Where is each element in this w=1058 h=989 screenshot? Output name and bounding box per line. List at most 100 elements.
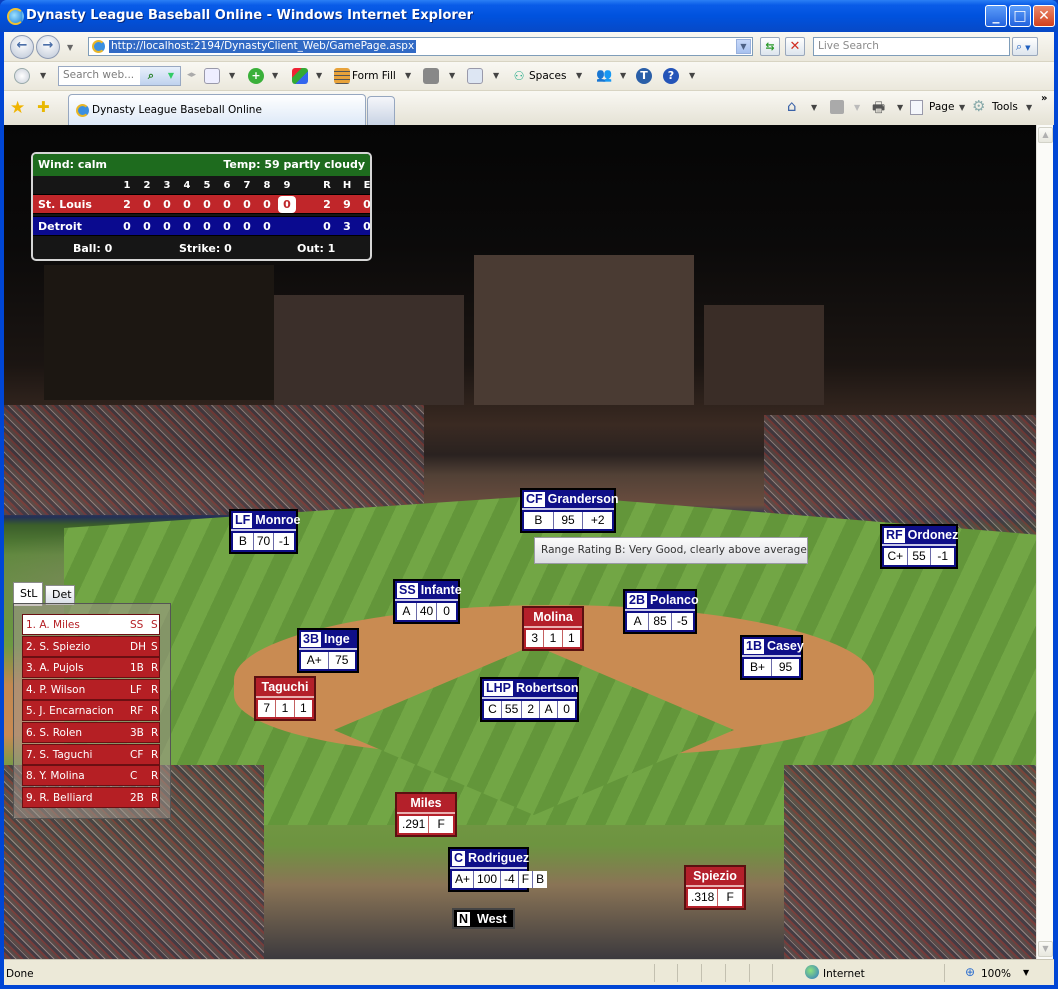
- page-icon-menu[interactable]: [910, 100, 923, 115]
- rating-cell[interactable]: 75: [327, 652, 355, 669]
- screen-icon[interactable]: [204, 68, 220, 84]
- stat-cell[interactable]: 1: [561, 630, 580, 647]
- messenger-icon[interactable]: 👥: [596, 68, 612, 84]
- fielder-card-c[interactable]: C Rodriguez A+ 100 -4 F B: [448, 847, 548, 892]
- stat-cell[interactable]: .291: [399, 816, 429, 833]
- mail-dropdown-icon[interactable]: ▼: [493, 71, 499, 80]
- butterfly-dropdown-icon[interactable]: ▼: [316, 71, 322, 80]
- screen-dropdown-icon[interactable]: ▼: [229, 71, 235, 80]
- fielder-card-p[interactable]: LHP Robertson C 55 2 A 0: [480, 677, 579, 722]
- back-button[interactable]: ←: [10, 35, 34, 59]
- rating-cell[interactable]: 0: [436, 603, 457, 620]
- feeds-dropdown-icon[interactable]: ▼: [854, 103, 860, 112]
- gear-icon[interactable]: ⚙: [972, 97, 985, 115]
- live-search-input[interactable]: Live Search: [813, 37, 1010, 56]
- tab-det[interactable]: Det: [45, 585, 75, 605]
- stat-cell[interactable]: 1: [543, 630, 562, 647]
- rating-cell[interactable]: 70: [252, 533, 274, 550]
- lineup-row[interactable]: 6. S. Rolen 3B R: [22, 722, 160, 743]
- fielder-card-lf[interactable]: LF Monroe B 70 -1: [229, 509, 300, 554]
- fielder-card-1b[interactable]: 1B Casey B+ 95: [740, 635, 804, 680]
- spaces-icon[interactable]: ⚇: [511, 68, 527, 84]
- spaces-button[interactable]: Spaces: [529, 70, 566, 82]
- lineup-row[interactable]: 9. R. Belliard 2B R: [22, 786, 160, 808]
- rating-cell[interactable]: A+: [452, 871, 474, 888]
- rating-cell[interactable]: 0: [557, 701, 575, 718]
- lineup-row[interactable]: 4. P. Wilson LF R: [22, 678, 160, 700]
- rating-cell[interactable]: B: [233, 533, 253, 550]
- web-search-input[interactable]: Search web... ⌕ ▼: [58, 66, 181, 86]
- forward-button[interactable]: →: [36, 35, 60, 59]
- fielder-card-rf[interactable]: RF Ordonez C+ 55 -1: [880, 524, 958, 569]
- rating-cell[interactable]: 2: [521, 701, 540, 718]
- mail-icon[interactable]: [467, 68, 483, 84]
- batter-card-molina[interactable]: Molina 3 1 1: [522, 606, 584, 651]
- rating-cell[interactable]: -4: [500, 871, 518, 888]
- butterfly-icon[interactable]: [292, 68, 308, 84]
- rating-cell[interactable]: C+: [884, 548, 907, 565]
- maximize-button[interactable]: □: [1009, 5, 1031, 27]
- fielder-card-cf[interactable]: CF Granderson B 95 +2: [520, 488, 619, 533]
- rating-cell[interactable]: 85: [648, 613, 671, 630]
- rating-cell[interactable]: 40: [415, 603, 437, 620]
- fielder-card-ss[interactable]: SS Infante A 40 0: [393, 579, 462, 624]
- form-fill-button[interactable]: Form Fill: [352, 70, 396, 82]
- form-fill-icon[interactable]: [334, 68, 350, 84]
- rating-cell[interactable]: A+: [301, 652, 328, 669]
- rss-dropdown-icon[interactable]: ▼: [449, 71, 455, 80]
- stat-cell[interactable]: F: [428, 816, 453, 833]
- search-dropdown-icon[interactable]: ▼: [162, 67, 180, 85]
- page-menu[interactable]: Page: [929, 101, 954, 113]
- address-url[interactable]: http://localhost:2194/DynastyClient_Web/…: [109, 40, 417, 53]
- fielder-card-3b[interactable]: 3B Inge A+ 75: [297, 628, 359, 673]
- zoom-level[interactable]: 100%: [981, 968, 1011, 980]
- stop-button[interactable]: ✕: [785, 37, 805, 56]
- batter-card-miles[interactable]: Miles .291 F: [395, 792, 457, 837]
- rating-cell[interactable]: B+: [744, 659, 771, 676]
- translate-icon[interactable]: T: [636, 68, 652, 84]
- umpire-card[interactable]: N West: [452, 908, 515, 929]
- rating-cell[interactable]: 55: [906, 548, 931, 565]
- chevron-more-icon[interactable]: »: [1041, 93, 1047, 104]
- spaces-dropdown-icon[interactable]: ▼: [576, 71, 582, 80]
- batter-card-spiezio[interactable]: Spiezio .318 F: [684, 865, 746, 910]
- add-favorites-icon[interactable]: ✚: [37, 98, 50, 116]
- scroll-up-icon[interactable]: ▲: [1038, 127, 1053, 143]
- tools-dropdown-icon[interactable]: ▼: [1026, 103, 1032, 112]
- form-fill-dropdown-icon[interactable]: ▼: [405, 71, 411, 80]
- print-dropdown-icon[interactable]: ▼: [897, 103, 903, 112]
- rating-cell[interactable]: A: [397, 603, 416, 620]
- stat-cell[interactable]: .318: [688, 889, 718, 906]
- new-tab-button[interactable]: [367, 96, 395, 126]
- help-dropdown-icon[interactable]: ▼: [689, 71, 695, 80]
- windows-logo-icon[interactable]: [14, 68, 30, 84]
- lineup-row[interactable]: 3. A. Pujols 1B R: [22, 657, 160, 679]
- rating-cell[interactable]: F: [517, 871, 533, 888]
- rating-cell[interactable]: +2: [582, 512, 613, 529]
- refresh-button[interactable]: ⇆: [760, 37, 780, 56]
- rating-cell[interactable]: 55: [500, 701, 522, 718]
- address-dropdown-icon[interactable]: ▼: [736, 39, 751, 54]
- tab-dynasty[interactable]: Dynasty League Baseball Online: [68, 94, 366, 126]
- scroll-down-icon[interactable]: ▼: [1038, 941, 1053, 957]
- rating-cell[interactable]: -1: [273, 533, 295, 550]
- lineup-row[interactable]: 8. Y. Molina C R: [22, 765, 160, 787]
- lineup-row[interactable]: 7. S. Taguchi CF R: [22, 743, 160, 765]
- windows-dropdown-icon[interactable]: ▼: [40, 71, 46, 80]
- rating-cell[interactable]: 100: [473, 871, 501, 888]
- vertical-scrollbar[interactable]: ▲ ▼: [1036, 125, 1053, 959]
- lineup-row[interactable]: 5. J. Encarnacion RF R: [22, 700, 160, 722]
- tools-menu[interactable]: Tools: [992, 101, 1018, 113]
- home-dropdown-icon[interactable]: ▼: [811, 103, 817, 112]
- page-dropdown-icon[interactable]: ▼: [959, 103, 965, 112]
- address-bar[interactable]: http://localhost:2194/DynastyClient_Web/…: [88, 37, 753, 56]
- zoom-icon[interactable]: ⊕: [965, 965, 975, 979]
- messenger-dropdown-icon[interactable]: ▼: [620, 71, 626, 80]
- fielder-card-2b[interactable]: 2B Polanco A 85 -5: [623, 589, 699, 634]
- stat-cell[interactable]: 1: [293, 700, 312, 717]
- search-go-icon[interactable]: ⌕: [140, 67, 162, 85]
- rating-cell[interactable]: B: [532, 871, 548, 888]
- rating-cell[interactable]: A: [539, 701, 558, 718]
- rss-icon[interactable]: [423, 68, 439, 84]
- rating-cell[interactable]: 95: [771, 659, 799, 676]
